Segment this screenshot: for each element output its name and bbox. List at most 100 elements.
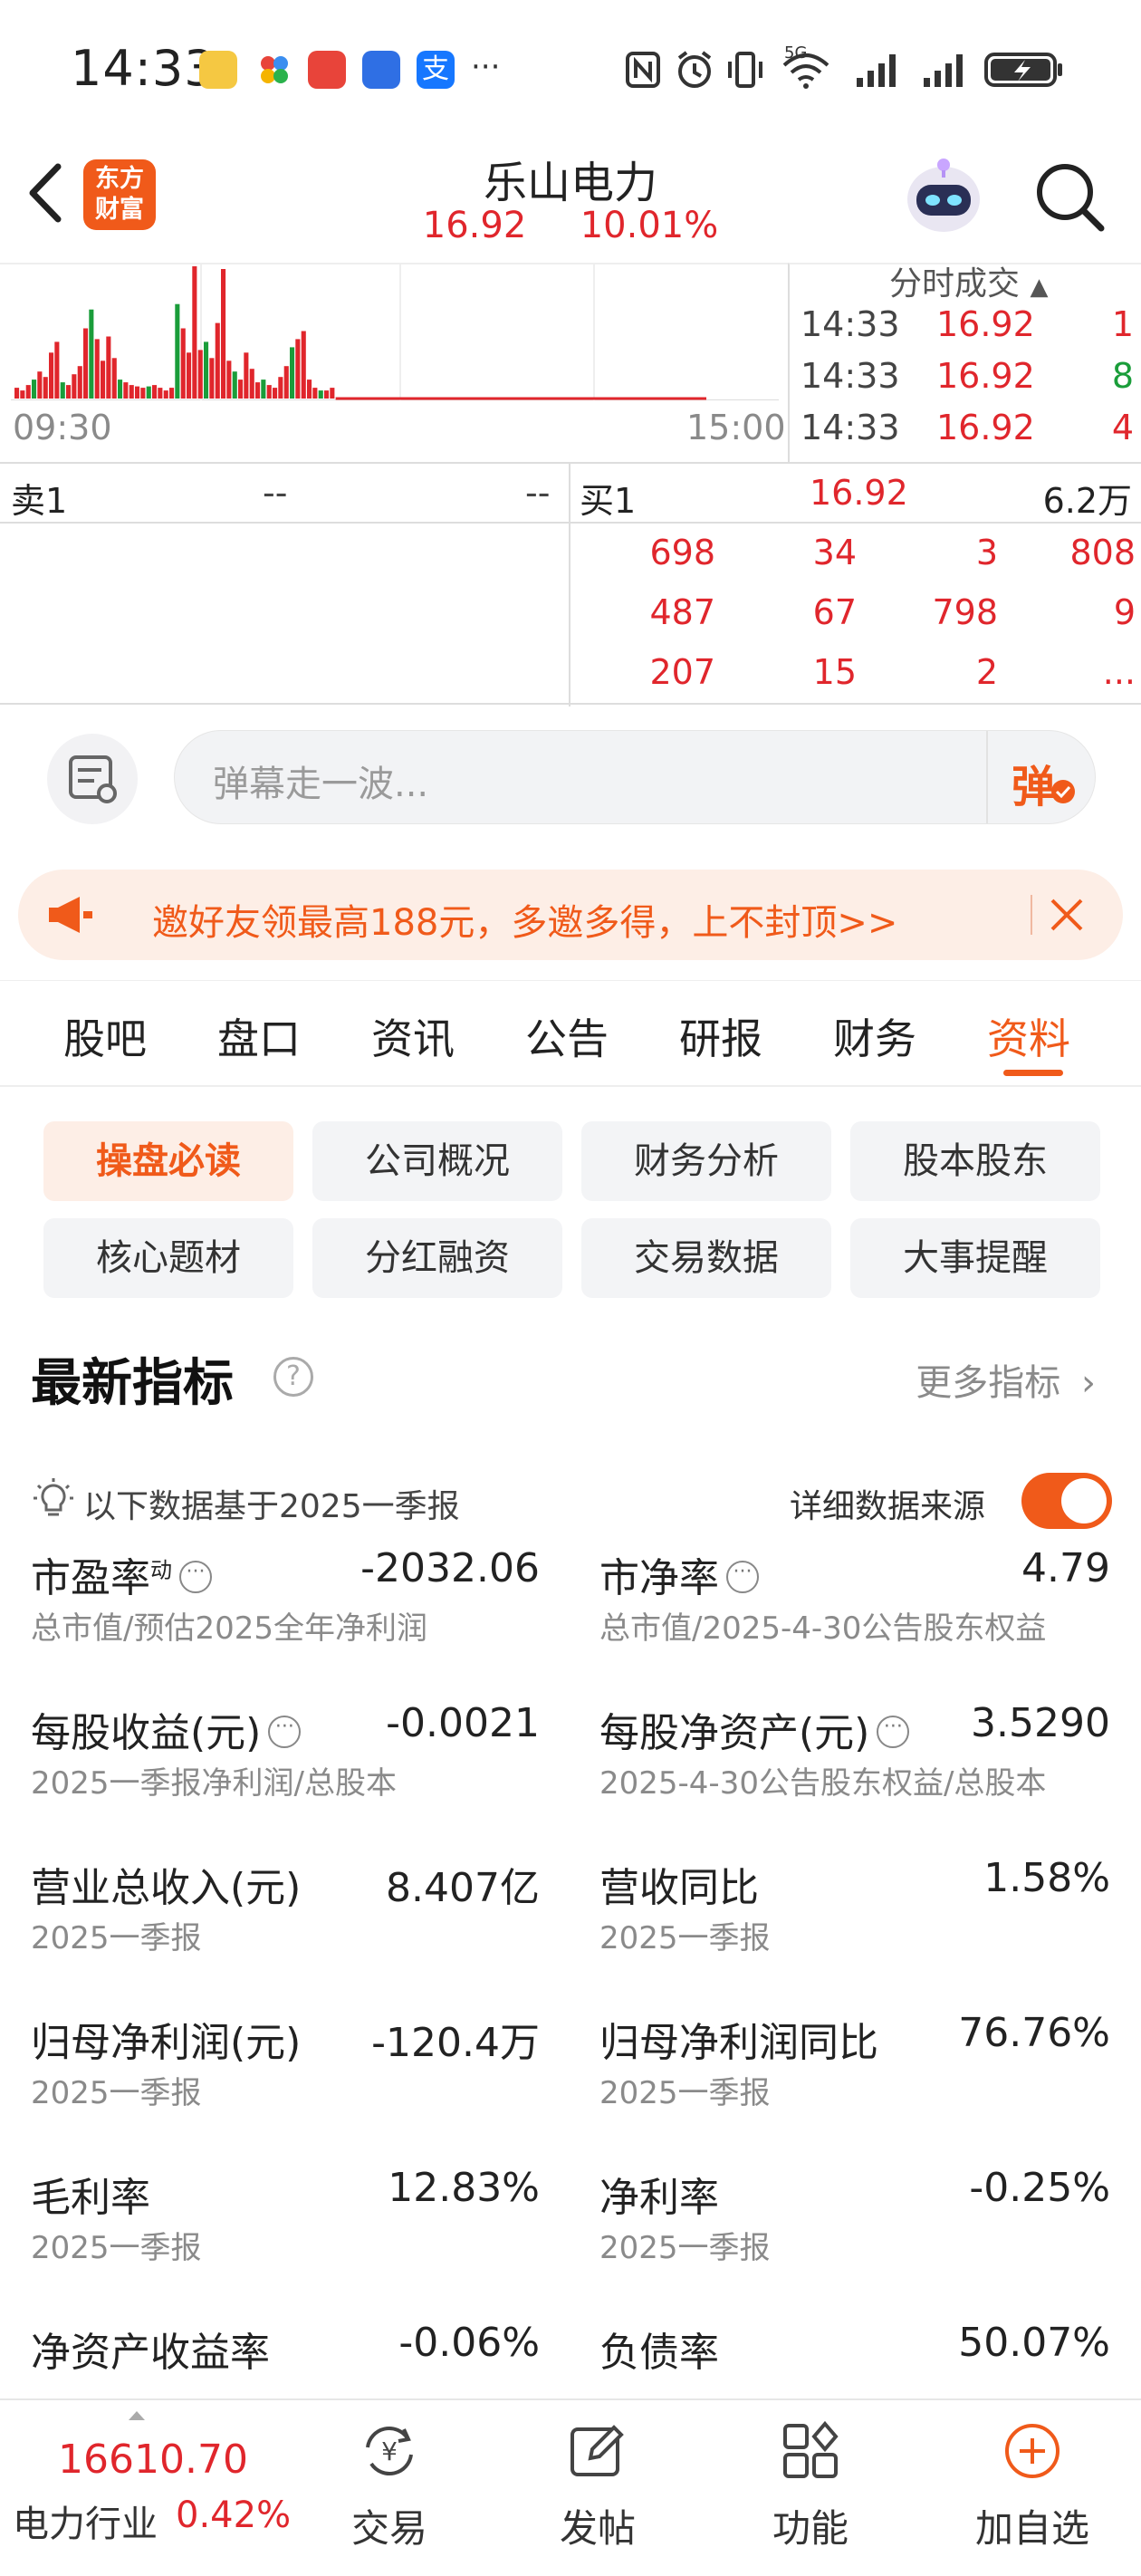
sell1-price: -- (263, 473, 288, 513)
chip-shareholders[interactable]: 股本股东 (850, 1121, 1100, 1201)
volume-bar (301, 331, 306, 399)
bottom-bar: 16610.70 电力行业 0.42% ¥ 交易 发帖 功能 加自选 (0, 2398, 1141, 2576)
volume-bar (307, 380, 312, 399)
volume-bar (129, 385, 134, 399)
volume-bar (14, 388, 20, 399)
info-dots-icon[interactable]: ··· (268, 1716, 302, 1748)
queue-cell: 487 (649, 592, 715, 632)
chip-major-events[interactable]: 大事提醒 (850, 1218, 1100, 1298)
volume-bar (123, 382, 129, 399)
volume-bar (94, 339, 100, 399)
info-dots-icon[interactable]: ··· (726, 1561, 759, 1593)
trade-button[interactable]: ¥ 交易 (299, 2400, 480, 2576)
nfc-icon (626, 52, 660, 88)
chevron-right-icon: › (1081, 1362, 1096, 1404)
volume-bar (244, 352, 249, 399)
danmu-settings-icon[interactable] (47, 734, 138, 824)
more-notifications-icon: ··· (471, 49, 501, 85)
metric-subtitle: 2025一季报 (599, 2230, 771, 2266)
search-icon[interactable] (1032, 159, 1108, 235)
data-source-toggle[interactable] (1021, 1473, 1112, 1529)
detail-tabs: 股吧 盘口 资讯 公告 研报 财务 资料 (0, 980, 1141, 1087)
index-ticker[interactable]: 16610.70 电力行业 0.42% (0, 2400, 299, 2576)
volume-bar (221, 269, 226, 399)
chip-financial-analysis[interactable]: 财务分析 (581, 1121, 831, 1201)
volume-bar (273, 388, 278, 399)
close-icon[interactable] (1047, 895, 1087, 935)
tick-header: 分时成交 ▲ (889, 265, 1049, 303)
queue-cell: 798 (932, 592, 998, 632)
status-bar: 14:33 支 ··· 5G (0, 0, 1141, 136)
volume-bar (106, 336, 111, 399)
section-title: 最新指标 (31, 1354, 234, 1413)
shield-app-icon (362, 51, 400, 89)
chart-time-start: 09:30 (13, 408, 112, 447)
huawei-app-icon (308, 51, 346, 89)
tab-pankou[interactable]: 盘口 (217, 1006, 301, 1066)
yuan-cycle-icon: ¥ (366, 2426, 413, 2476)
volume-bar (318, 390, 323, 399)
chip-dividends[interactable]: 分红融资 (312, 1218, 562, 1298)
volume-bar (204, 341, 209, 399)
stock-change-pct: 10.01% (580, 205, 719, 246)
intraday-volume-chart[interactable]: 09:30 15:00 (0, 263, 788, 462)
robot-assistant-icon[interactable] (900, 154, 987, 237)
metric-name: 营收同比 (599, 1865, 759, 1911)
info-dots-icon[interactable]: ··· (877, 1716, 910, 1748)
danmu-send-button[interactable]: 弹 (986, 731, 1095, 823)
tab-profile[interactable]: 资料 (987, 1006, 1070, 1066)
volume-bar (89, 309, 94, 399)
weibo-app-icon (199, 51, 237, 89)
invite-banner[interactable]: 邀好友领最高188元，多邀多得，上不封顶>> (18, 870, 1123, 960)
megaphone-icon (49, 897, 92, 933)
chip-must-read[interactable]: 操盘必读 (43, 1121, 293, 1201)
post-button[interactable]: 发帖 (507, 2400, 688, 2576)
volume-bar (146, 386, 151, 399)
add-watchlist-button[interactable]: 加自选 (942, 2400, 1123, 2576)
metric-value: 76.76% (958, 2010, 1110, 2056)
volume-bar (163, 390, 168, 399)
queue-cell: 3 (975, 533, 998, 572)
volume-bar (187, 352, 192, 399)
metric-name: 每股净资产(元) ··· (599, 1700, 910, 1758)
order-book[interactable]: 卖1 -- -- 买1 16.92 6.2万 698 34 3 808 487 … (0, 462, 1141, 706)
stock-header: 东方 财富 乐山电力 16.92 10.01% (0, 136, 1141, 263)
volume-bar (226, 360, 232, 399)
metric-name: 净利率 (599, 2175, 719, 2221)
volume-bar (324, 390, 330, 399)
volume-bar (330, 388, 335, 399)
index-change: 0.42% (176, 2494, 292, 2536)
queue-cell: ... (1102, 652, 1136, 692)
volume-bar (283, 366, 289, 399)
info-dots-icon[interactable]: ··· (179, 1561, 212, 1593)
caret-up-icon (129, 2411, 145, 2420)
functions-button[interactable]: 功能 (720, 2400, 901, 2576)
metric-subtitle: 2025一季报 (31, 2075, 202, 2111)
volume-bar (290, 347, 295, 399)
metric-subtitle: 2025一季报 (599, 2075, 771, 2111)
metric-subtitle: 2025一季报 (31, 2230, 202, 2266)
battery-charging-icon (984, 53, 1062, 87)
metric-name: 毛利率 (31, 2175, 150, 2221)
chip-trading-data[interactable]: 交易数据 (581, 1218, 831, 1298)
volume-bar (32, 380, 37, 399)
chip-core-themes[interactable]: 核心题材 (43, 1218, 293, 1298)
tab-guba[interactable]: 股吧 (63, 1006, 147, 1066)
more-metrics-link[interactable]: 更多指标 › (916, 1353, 1096, 1406)
metric-value: 4.79 (1021, 1545, 1110, 1591)
tab-research[interactable]: 研报 (679, 1006, 762, 1066)
tab-announcements[interactable]: 公告 (525, 1006, 609, 1066)
danmu-input[interactable]: 弹幕走一波... 弹 (174, 730, 1096, 824)
tick-trades-panel[interactable]: 分时成交 ▲ 14:33 16.92 1 14:33 16.92 8 14:33… (788, 263, 1141, 462)
chip-company-overview[interactable]: 公司概况 (312, 1121, 562, 1201)
tab-news[interactable]: 资讯 (371, 1006, 455, 1066)
svg-text:¥: ¥ (381, 2437, 398, 2466)
edit-post-icon (570, 2425, 624, 2476)
lightbulb-icon (34, 1478, 73, 1516)
volume-bar (118, 380, 123, 399)
volume-bar (101, 360, 106, 399)
help-icon[interactable]: ? (273, 1357, 313, 1397)
volume-bar (37, 371, 43, 399)
volume-bar (232, 371, 237, 399)
tab-finance[interactable]: 财务 (833, 1006, 916, 1066)
